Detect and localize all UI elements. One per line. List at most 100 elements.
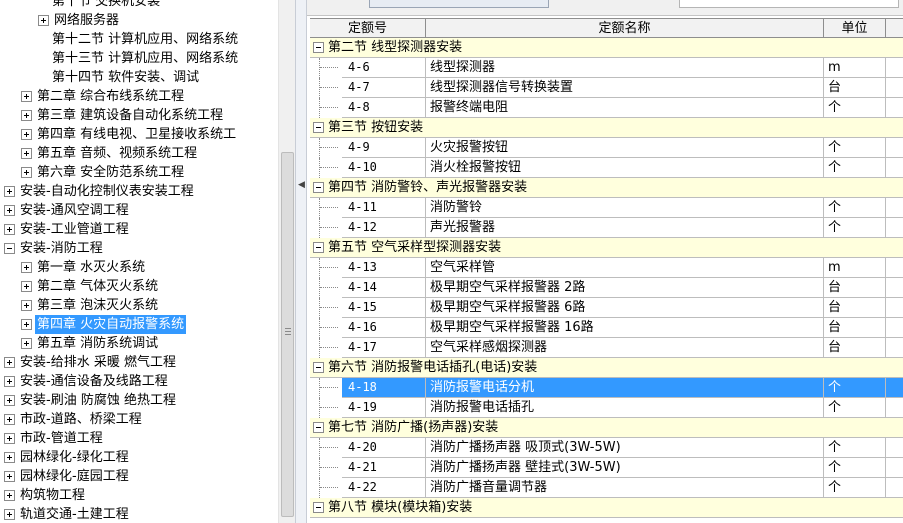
quota-name-cell[interactable]: 报警终端电阻	[426, 98, 824, 118]
tree-node-label[interactable]: 第五章 消防系统调试	[35, 334, 160, 353]
quota-code-cell[interactable]: 4-22	[320, 478, 426, 498]
tree-node[interactable]: 安装-给排水 采暖 燃气工程	[0, 353, 280, 372]
quota-name-cell[interactable]: 消火栓报警按钮	[426, 158, 824, 178]
quota-code-cell[interactable]: 4-6	[320, 58, 426, 78]
quota-unit-cell[interactable]: 台	[824, 338, 886, 358]
plus-box-icon[interactable]	[21, 281, 32, 292]
quota-name-cell[interactable]: 消防报警电话插孔	[426, 398, 824, 418]
plus-box-icon[interactable]	[4, 224, 15, 235]
tree-node-label[interactable]: 第十四节 软件安装、调试	[50, 68, 201, 87]
quota-unit-cell[interactable]: 个	[824, 398, 886, 418]
section-row[interactable]: 第四节 消防警铃、声光报警器安装	[310, 178, 903, 198]
quota-unit-cell[interactable]: 个	[824, 478, 886, 498]
quota-row[interactable]: 4-17 空气采样感烟探测器台	[310, 338, 903, 358]
quota-code-cell[interactable]: 4-16	[320, 318, 426, 338]
quota-name-cell[interactable]: 消防报警电话分机	[426, 378, 824, 398]
tree-node-label[interactable]: 第四章 有线电视、卫星接收系统工	[35, 125, 238, 144]
tree-node[interactable]: 第一章 水灭火系统	[0, 258, 280, 277]
header-unit[interactable]: 单位	[824, 19, 886, 38]
tree-node[interactable]: 第十二节 计算机应用、网络系统	[0, 30, 280, 49]
tree-node-label[interactable]: 市政-管道工程	[18, 429, 105, 448]
header-code[interactable]: 定额号	[310, 19, 426, 38]
minus-box-icon[interactable]	[4, 243, 15, 254]
quota-row[interactable]: 4-19 消防报警电话插孔个	[310, 398, 903, 418]
quota-row[interactable]: 4-13 空气采样管 m	[310, 258, 903, 278]
extra-cell[interactable]	[886, 338, 903, 358]
tree-node-label[interactable]: 轨道交通-土建工程	[18, 505, 131, 523]
plus-box-icon[interactable]	[38, 15, 49, 26]
plus-box-icon[interactable]	[21, 148, 32, 159]
tree-node-label[interactable]: 安装-工业管道工程	[18, 220, 131, 239]
tree-node-label[interactable]: 第二章 气体灭火系统	[35, 277, 160, 296]
extra-cell[interactable]	[886, 398, 903, 418]
section-row[interactable]: 第五节 空气采样型探测器安装	[310, 238, 903, 258]
tree-node-label[interactable]: 第十二节 计算机应用、网络系统	[50, 30, 240, 49]
quota-name-cell[interactable]: 声光报警器	[426, 218, 824, 238]
tree-node[interactable]: 安装-刷油 防腐蚀 绝热工程	[0, 391, 280, 410]
tree-node[interactable]: 轨道交通-土建工程	[0, 505, 280, 523]
plus-box-icon[interactable]	[21, 319, 32, 330]
plus-box-icon[interactable]	[4, 205, 15, 216]
plus-box-icon[interactable]	[21, 129, 32, 140]
quota-name-cell[interactable]: 极早期空气采样报警器 6路	[426, 298, 824, 318]
plus-box-icon[interactable]	[4, 376, 15, 387]
plus-box-icon[interactable]	[4, 357, 15, 368]
extra-cell[interactable]	[886, 458, 903, 478]
section-row[interactable]: 第七节 消防广播(扬声器)安装	[310, 418, 903, 438]
plus-box-icon[interactable]	[4, 490, 15, 501]
quota-unit-cell[interactable]: m	[824, 258, 886, 278]
tree-node-label[interactable]: 第六章 安全防范系统工程	[35, 163, 186, 182]
tree-node[interactable]: 园林绿化-绿化工程	[0, 448, 280, 467]
quota-unit-cell[interactable]: 个	[824, 438, 886, 458]
quota-row[interactable]: 4-21 消防广播扬声器 壁挂式(3W-5W) 个	[310, 458, 903, 478]
section-row[interactable]: 第二节 线型探测器安装	[310, 38, 903, 58]
plus-box-icon[interactable]	[21, 338, 32, 349]
tree-node[interactable]: 园林绿化-庭园工程	[0, 467, 280, 486]
extra-cell[interactable]	[886, 138, 903, 158]
quota-name-cell[interactable]: 消防广播扬声器 壁挂式(3W-5W)	[426, 458, 824, 478]
quota-name-cell[interactable]: 空气采样感烟探测器	[426, 338, 824, 358]
quota-unit-cell[interactable]: 个	[824, 158, 886, 178]
tree-node-label[interactable]: 安装-通风空调工程	[18, 201, 131, 220]
tree-node-label[interactable]: 安装-给排水 采暖 燃气工程	[18, 353, 178, 372]
tree-node-label[interactable]: 第三章 泡沫灭火系统	[35, 296, 160, 315]
quota-code-cell[interactable]: 4-15	[320, 298, 426, 318]
tree-node-label[interactable]: 第五章 音频、视频系统工程	[35, 144, 199, 163]
quota-unit-cell[interactable]: 个	[824, 198, 886, 218]
quota-code-cell[interactable]: 4-21	[320, 458, 426, 478]
tree-node[interactable]: 市政-管道工程	[0, 429, 280, 448]
quota-code-cell[interactable]: 4-19	[320, 398, 426, 418]
quota-code-cell[interactable]: 4-7	[320, 78, 426, 98]
search-input[interactable]	[679, 0, 899, 8]
quota-code-cell[interactable]: 4-18	[320, 378, 426, 398]
tree-scrollbar-thumb[interactable]	[281, 152, 294, 517]
tree-node-label[interactable]: 安装-通信设备及线路工程	[18, 372, 170, 391]
minus-box-icon[interactable]	[313, 182, 324, 193]
minus-box-icon[interactable]	[313, 422, 324, 433]
quota-name-cell[interactable]: 极早期空气采样报警器 2路	[426, 278, 824, 298]
quota-unit-cell[interactable]: m	[824, 58, 886, 78]
plus-box-icon[interactable]	[4, 186, 15, 197]
plus-box-icon[interactable]	[4, 395, 15, 406]
quota-row[interactable]: 4-15 极早期空气采样报警器 6路台	[310, 298, 903, 318]
tree-scrollbar[interactable]	[278, 0, 295, 523]
quota-name-cell[interactable]: 线型探测器	[426, 58, 824, 78]
quota-row[interactable]: 4-20 消防广播扬声器 吸顶式(3W-5W) 个	[310, 438, 903, 458]
section-row[interactable]: 第六节 消防报警电话插孔(电话)安装	[310, 358, 903, 378]
extra-cell[interactable]	[886, 478, 903, 498]
tree-node-label[interactable]: 安装-消防工程	[18, 239, 105, 258]
tree-node-label[interactable]: 第二章 综合布线系统工程	[35, 87, 186, 106]
extra-cell[interactable]	[886, 298, 903, 318]
quota-unit-cell[interactable]: 个	[824, 458, 886, 478]
quota-row[interactable]: 4-22 消防广播音量调节器个	[310, 478, 903, 498]
tree-node[interactable]: 第五章 消防系统调试	[0, 334, 280, 353]
extra-cell[interactable]	[886, 438, 903, 458]
tree-node[interactable]: 第五章 音频、视频系统工程	[0, 144, 280, 163]
quota-code-cell[interactable]: 4-13	[320, 258, 426, 278]
quota-name-cell[interactable]: 消防警铃	[426, 198, 824, 218]
extra-cell[interactable]	[886, 378, 903, 398]
quota-code-cell[interactable]: 4-20	[320, 438, 426, 458]
plus-box-icon[interactable]	[4, 471, 15, 482]
minus-box-icon[interactable]	[313, 42, 324, 53]
plus-box-icon[interactable]	[21, 300, 32, 311]
